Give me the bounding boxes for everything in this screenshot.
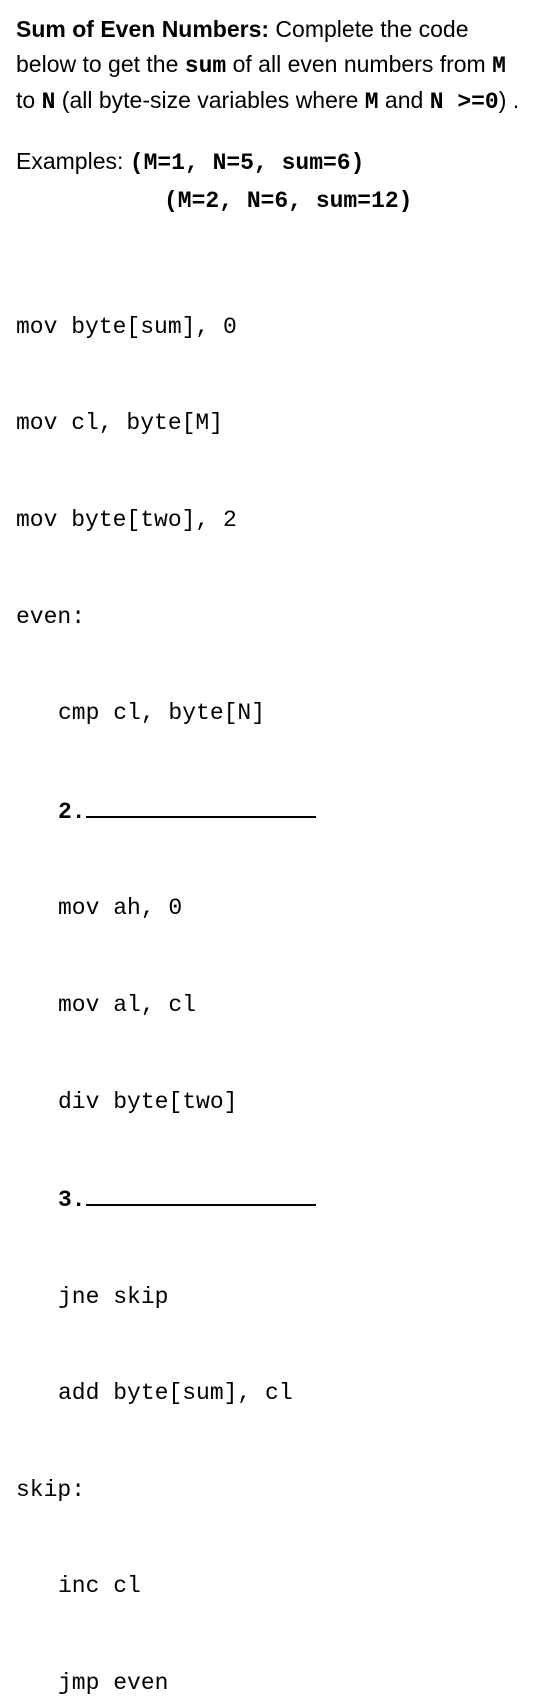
examples-line-1: Examples: (M=1, N=5, sum=6) (16, 144, 531, 181)
blank-2-line: 2. (16, 794, 531, 828)
sum-var: sum (185, 53, 226, 79)
example-2: (M=2, N=6, sum=12) (16, 184, 531, 219)
code-line-7: mov ah, 0 (16, 892, 531, 924)
blank-3-field[interactable] (86, 1182, 316, 1206)
code-line-13: skip: (16, 1474, 531, 1506)
code-line-9: div byte[two] (16, 1086, 531, 1118)
code-line-2: mov cl, byte[M] (16, 407, 531, 439)
code-line-11: jne skip (16, 1281, 531, 1313)
examples-label: Examples: (16, 148, 130, 174)
assembly-code-block: mov byte[sum], 0 mov cl, byte[M] mov byt… (16, 247, 531, 1698)
m-var-2: M (365, 89, 379, 115)
intro-text-2: of all even numbers from (226, 51, 492, 77)
problem-title: Sum of Even Numbers: (16, 16, 269, 42)
intro-text-6: ) . (499, 87, 519, 113)
code-line-14: inc cl (16, 1570, 531, 1602)
code-line-1: mov byte[sum], 0 (16, 311, 531, 343)
intro-text-4: (all byte-size variables where (55, 87, 364, 113)
code-line-15: jmp even (16, 1667, 531, 1698)
code-line-12: add byte[sum], cl (16, 1377, 531, 1409)
intro-text-5: and (379, 87, 430, 113)
blank-3-label: 3. (58, 1187, 86, 1213)
blank-3-line: 3. (16, 1182, 531, 1216)
code-line-4: even: (16, 601, 531, 633)
n-var: N (42, 89, 56, 115)
n-var-2: N (430, 89, 444, 115)
code-line-8: mov al, cl (16, 989, 531, 1021)
problem-statement: Sum of Even Numbers: Complete the code b… (16, 12, 531, 120)
code-line-5: cmp cl, byte[N] (16, 697, 531, 729)
ge-zero: >=0 (444, 89, 499, 115)
m-var: M (492, 53, 506, 79)
intro-text-3: to (16, 87, 42, 113)
blank-2-label: 2. (58, 799, 86, 825)
example-1: (M=1, N=5, sum=6) (130, 150, 365, 176)
blank-2-field[interactable] (86, 794, 316, 818)
code-line-3: mov byte[two], 2 (16, 504, 531, 536)
